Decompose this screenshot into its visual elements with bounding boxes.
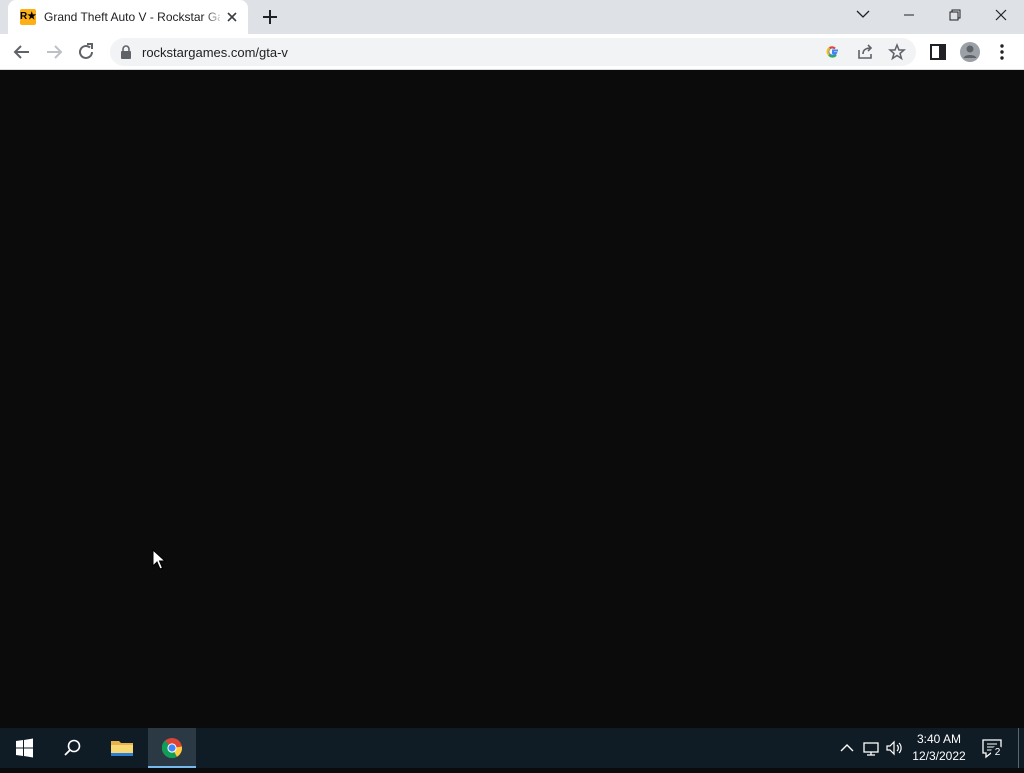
rockstar-favicon-icon: R★: [20, 9, 36, 25]
side-panel-icon[interactable]: [926, 40, 950, 64]
network-icon[interactable]: [861, 738, 881, 758]
taskbar: 3:40 AM 12/3/2022 2: [0, 728, 1024, 768]
profile-avatar-icon[interactable]: [958, 40, 982, 64]
bookmark-star-icon[interactable]: [887, 42, 907, 62]
new-tab-icon[interactable]: [258, 5, 282, 29]
close-tab-icon[interactable]: [224, 9, 240, 25]
close-window-icon[interactable]: [978, 0, 1024, 30]
tab-search-chevron-icon[interactable]: [840, 0, 886, 30]
forward-arrow-icon[interactable]: [42, 40, 66, 64]
notification-count-badge: 2: [991, 746, 1004, 759]
lock-icon[interactable]: [120, 45, 132, 59]
mouse-cursor-icon: [152, 549, 166, 570]
url-text[interactable]: rockstargames.com/gta-v: [142, 45, 288, 60]
search-icon[interactable]: [48, 728, 96, 768]
browser-tab[interactable]: R★ Grand Theft Auto V - Rockstar Games: [8, 0, 248, 34]
restore-icon[interactable]: [932, 0, 978, 30]
tab-strip: R★ Grand Theft Auto V - Rockstar Games: [0, 0, 1024, 34]
back-arrow-icon[interactable]: [10, 40, 34, 64]
tab-title-fade: [204, 4, 224, 30]
file-explorer-icon[interactable]: [98, 728, 146, 768]
page-content[interactable]: [0, 71, 1024, 728]
show-desktop-button[interactable]: [1018, 728, 1019, 768]
more-menu-icon[interactable]: [990, 40, 1014, 64]
address-bar[interactable]: rockstargames.com/gta-v: [110, 38, 916, 66]
google-lens-icon[interactable]: [823, 42, 843, 62]
chevron-up-icon[interactable]: [837, 738, 857, 758]
chrome-icon: [161, 738, 183, 759]
tab-title: Grand Theft Auto V - Rockstar Games: [44, 10, 220, 24]
reload-icon[interactable]: [74, 40, 98, 64]
chrome-taskbar-button[interactable]: [148, 728, 196, 768]
taskbar-clock[interactable]: 3:40 AM 12/3/2022: [906, 731, 972, 765]
minimize-icon[interactable]: [886, 0, 932, 30]
clock-time: 3:40 AM: [916, 732, 962, 746]
volume-icon[interactable]: [884, 738, 904, 758]
action-center-button[interactable]: 2: [980, 736, 1004, 760]
share-icon[interactable]: [855, 42, 875, 62]
clock-date: 12/3/2022: [912, 749, 966, 763]
browser-toolbar: rockstargames.com/gta-v: [0, 34, 1024, 70]
windows-start-icon[interactable]: [0, 728, 48, 768]
